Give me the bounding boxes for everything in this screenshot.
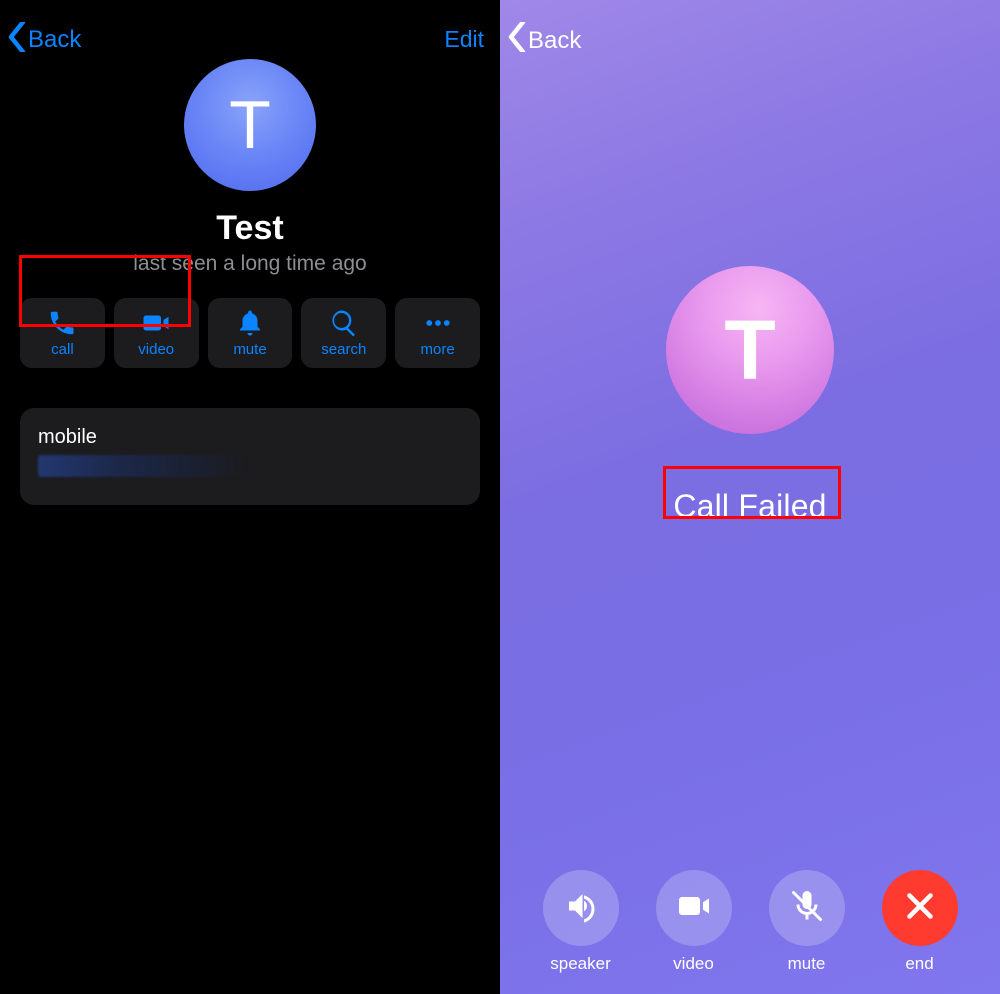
mute-call-label: mute (788, 954, 826, 974)
edit-button[interactable]: Edit (444, 26, 484, 53)
avatar[interactable]: T (184, 59, 316, 191)
call-button[interactable]: call (20, 298, 105, 368)
action-row: call video mute search (0, 298, 500, 368)
mute-call-button[interactable]: mute (769, 870, 845, 974)
search-button[interactable]: search (301, 298, 386, 368)
video-icon (676, 888, 712, 929)
call-center: T Call Failed (500, 266, 1000, 525)
video-call-label: video (673, 954, 714, 974)
bell-icon (235, 308, 265, 338)
call-avatar: T (666, 266, 834, 434)
contact-status: last seen a long time ago (133, 252, 366, 276)
phone-number-masked (38, 455, 462, 477)
back-label: Back (28, 28, 81, 52)
close-icon (902, 888, 938, 929)
blur-strip (38, 455, 248, 477)
phone-type-label: mobile (38, 426, 462, 449)
contact-name: Test (216, 209, 283, 248)
more-button[interactable]: more (395, 298, 480, 368)
call-back-label: Back (528, 27, 581, 55)
speaker-label: speaker (550, 954, 610, 974)
mute-button[interactable]: mute (208, 298, 293, 368)
end-call-button[interactable]: end (882, 870, 958, 974)
call-screen: Back T Call Failed speaker (500, 0, 1000, 994)
back-button[interactable]: Back (8, 22, 81, 57)
avatar-letter: T (229, 86, 271, 164)
mic-off-icon (789, 888, 825, 929)
phone-card[interactable]: mobile (20, 408, 480, 505)
more-label: more (420, 341, 454, 358)
end-call-label: end (905, 954, 933, 974)
search-label: search (321, 341, 366, 358)
speaker-icon (563, 888, 599, 929)
call-controls: speaker video mute (500, 870, 1000, 974)
video-label: video (138, 341, 174, 358)
call-label: call (51, 341, 74, 358)
search-icon (329, 308, 359, 338)
call-avatar-letter: T (724, 302, 775, 399)
call-back-button[interactable]: Back (508, 22, 581, 59)
video-call-button[interactable]: video (656, 870, 732, 974)
video-button[interactable]: video (114, 298, 199, 368)
more-icon (423, 308, 453, 338)
call-topbar: Back (500, 0, 1000, 59)
speaker-button[interactable]: speaker (543, 870, 619, 974)
chevron-left-icon (508, 22, 528, 59)
video-icon (141, 308, 171, 338)
profile-header: T Test last seen a long time ago (0, 59, 500, 276)
chevron-left-icon (8, 22, 28, 57)
phone-icon (47, 308, 77, 338)
call-status: Call Failed (673, 488, 826, 525)
contact-profile-screen: Back Edit T Test last seen a long time a… (0, 0, 500, 994)
topbar: Back Edit (0, 0, 500, 57)
mute-label: mute (233, 341, 266, 358)
